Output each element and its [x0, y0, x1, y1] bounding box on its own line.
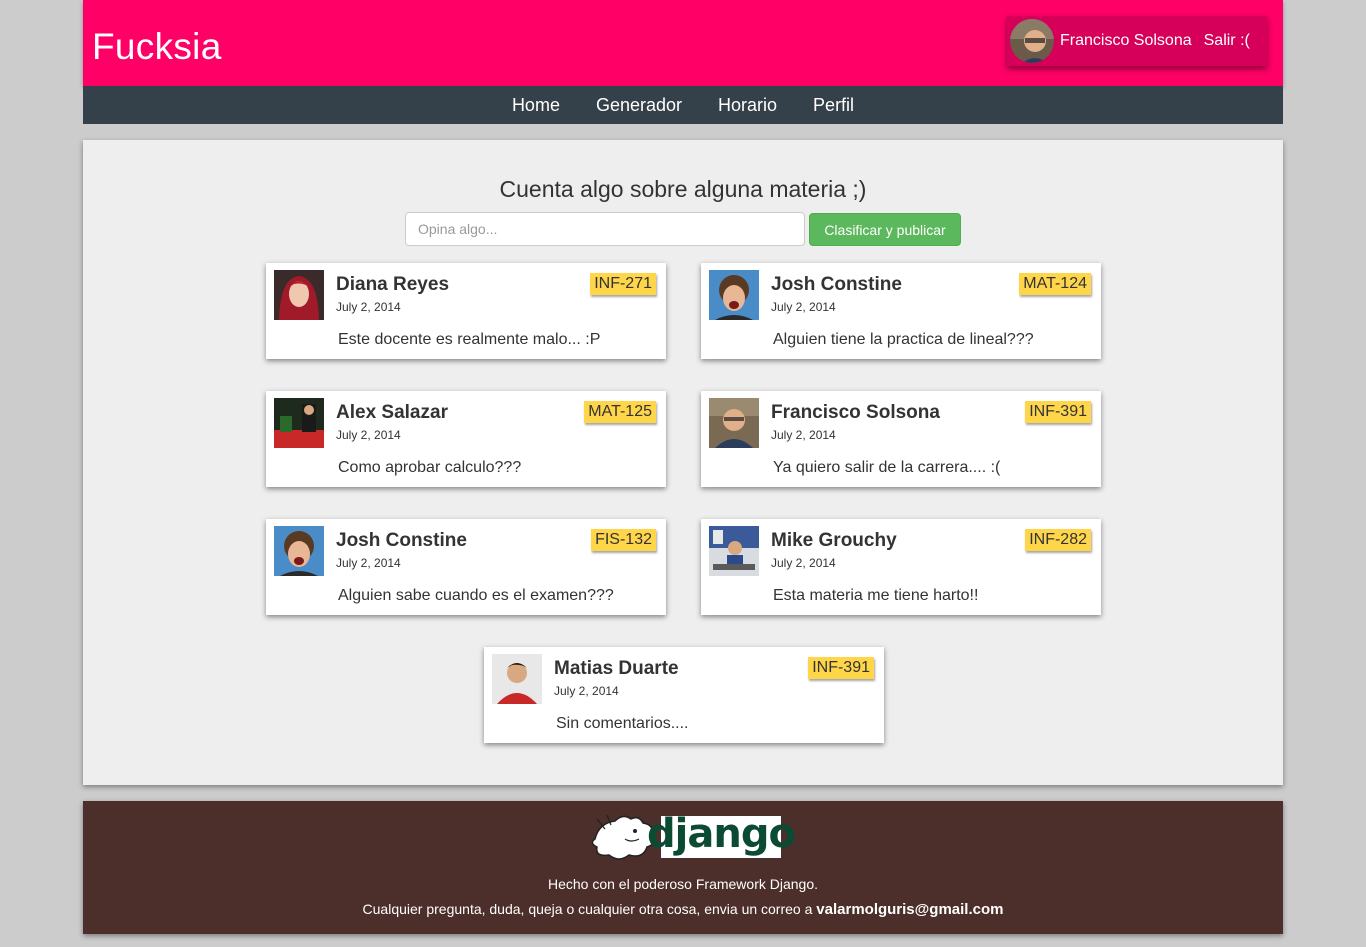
user-name[interactable]: Francisco Solsona — [1060, 32, 1192, 50]
avatar[interactable] — [709, 526, 759, 576]
composer-title: Cuenta algo sobre alguna materia ;) — [499, 176, 867, 202]
subject-tag[interactable]: INF-391 — [1025, 401, 1091, 423]
footer-contact: Cualquier pregunta, duda, queja o cualqu… — [83, 901, 1283, 918]
subject-tag[interactable]: INF-271 — [590, 273, 656, 295]
django-logo[interactable]: django — [647, 814, 796, 858]
post-text: Alguien tiene la practica de lineal??? — [773, 331, 1034, 348]
post-text: Alguien sabe cuando es el examen??? — [338, 587, 614, 604]
nav-item-home[interactable]: Home — [512, 95, 560, 116]
subject-tag[interactable]: MAT-124 — [1019, 273, 1091, 295]
post-date: July 2, 2014 — [336, 428, 401, 442]
footer-logos: django — [83, 809, 1283, 865]
nav-item-perfil[interactable]: Perfil — [813, 95, 854, 116]
post-card: Francisco Solsona July 2, 2014 INF-391 Y… — [701, 391, 1101, 487]
avatar[interactable] — [492, 654, 542, 704]
post-date: July 2, 2014 — [336, 556, 401, 570]
post-date: July 2, 2014 — [771, 300, 836, 314]
post-author[interactable]: Diana Reyes — [336, 274, 449, 296]
avatar[interactable] — [274, 526, 324, 576]
subject-tag[interactable]: INF-282 — [1025, 529, 1091, 551]
user-menu[interactable]: Francisco Solsona Salir :( — [1007, 16, 1267, 66]
nav-item-horario[interactable]: Horario — [718, 95, 777, 116]
post-card: Diana Reyes July 2, 2014 INF-271 Este do… — [266, 263, 666, 359]
post-text: Esta materia me tiene harto!! — [773, 587, 979, 604]
header: Fucksia Francisco Solsona Salir :( — [83, 0, 1283, 86]
main-content: Cuenta algo sobre alguna materia ;) Clas… — [83, 140, 1283, 785]
post-author[interactable]: Josh Constine — [771, 274, 902, 296]
post-date: July 2, 2014 — [771, 428, 836, 442]
post-author[interactable]: Alex Salazar — [336, 402, 448, 424]
post-text: Ya quiero salir de la carrera.... :( — [773, 459, 1001, 476]
post-date: July 2, 2014 — [771, 556, 836, 570]
subject-tag[interactable]: MAT-125 — [584, 401, 656, 423]
main-nav: Home Generador Horario Perfil — [83, 86, 1283, 124]
post-text: Sin comentarios.... — [556, 715, 689, 732]
footer-credit: Hecho con el poderoso Framework Django. — [547, 876, 819, 892]
post-author[interactable]: Josh Constine — [336, 530, 467, 552]
logout-link[interactable]: Salir :( — [1204, 32, 1250, 50]
post-date: July 2, 2014 — [336, 300, 401, 314]
post-date: July 2, 2014 — [554, 684, 619, 698]
post-text: Este docente es realmente malo... :P — [338, 331, 601, 348]
footer: django Hecho con el poderoso Framework D… — [83, 801, 1283, 934]
avatar[interactable] — [274, 270, 324, 320]
post-author[interactable]: Francisco Solsona — [771, 402, 940, 424]
subject-tag[interactable]: INF-391 — [808, 657, 874, 679]
avatar[interactable] — [274, 398, 324, 448]
post-text: Como aprobar calculo??? — [338, 459, 522, 476]
subject-tag[interactable]: FIS-132 — [591, 529, 656, 551]
post-card: Matias Duarte July 2, 2014 INF-391 Sin c… — [484, 647, 884, 743]
post-card: Josh Constine July 2, 2014 FIS-132 Algui… — [266, 519, 666, 615]
post-author[interactable]: Matias Duarte — [554, 658, 679, 680]
footer-contact-text: Cualquier pregunta, duda, queja o cualqu… — [362, 901, 817, 917]
post-author[interactable]: Mike Grouchy — [771, 530, 897, 552]
avatar[interactable] — [709, 398, 759, 448]
post-card: Mike Grouchy July 2, 2014 INF-282 Esta m… — [701, 519, 1101, 615]
publish-button[interactable]: Clasificar y publicar — [809, 213, 961, 246]
avatar[interactable] — [1008, 17, 1056, 65]
avatar[interactable] — [709, 270, 759, 320]
opinion-input[interactable] — [405, 212, 805, 246]
nav-item-generador[interactable]: Generador — [596, 95, 682, 116]
contact-email-link[interactable]: valarmolguris@gmail.com — [816, 901, 1003, 918]
django-logo-text: django — [647, 811, 796, 857]
post-card: Josh Constine July 2, 2014 MAT-124 Algui… — [701, 263, 1101, 359]
post-card: Alex Salazar July 2, 2014 MAT-125 Como a… — [266, 391, 666, 487]
brand-title[interactable]: Fucksia — [92, 26, 222, 68]
